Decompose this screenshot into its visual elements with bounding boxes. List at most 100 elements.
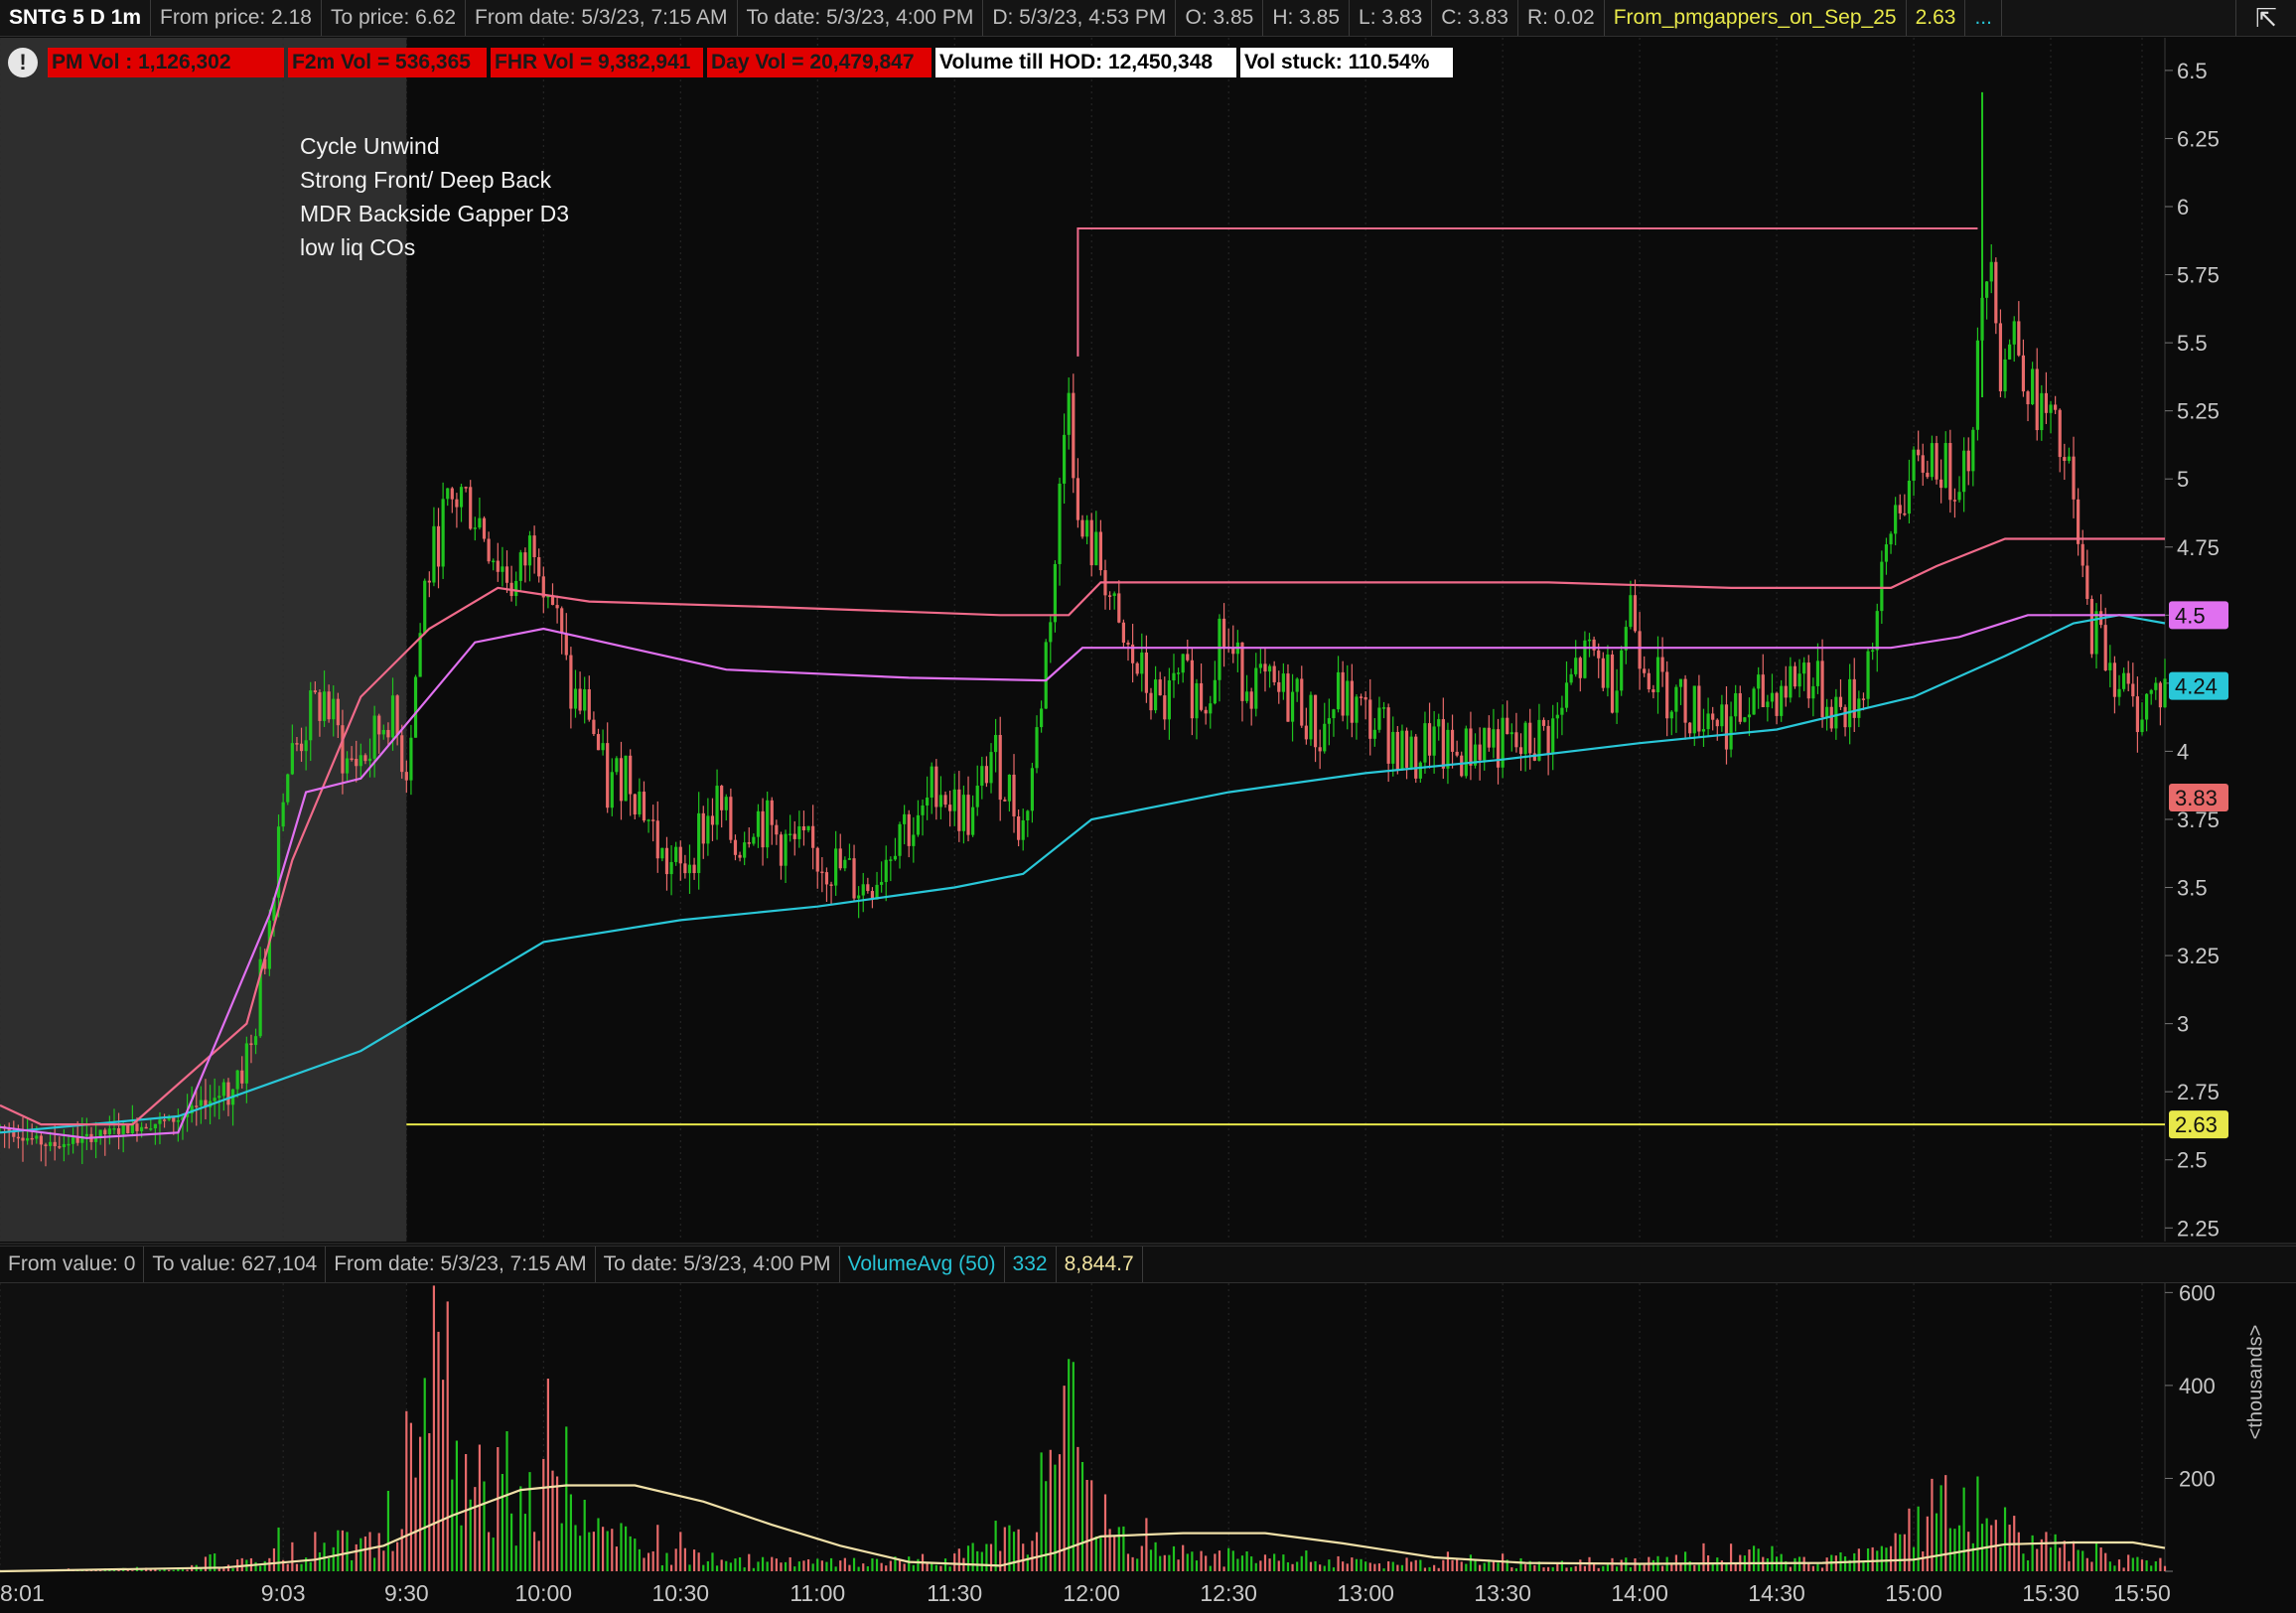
candle-body xyxy=(1939,479,1943,489)
candle-body xyxy=(1587,639,1592,642)
candle xyxy=(820,856,824,893)
candle xyxy=(583,676,587,724)
candle-body xyxy=(496,560,500,572)
candle-body xyxy=(934,766,938,807)
candle xyxy=(1820,639,1824,728)
candle xyxy=(1231,625,1235,663)
volume-avg-study[interactable]: VolumeAvg (50) xyxy=(840,1246,1005,1282)
chart-notes: Cycle Unwind Strong Front/ Deep Back MDR… xyxy=(300,129,569,264)
alert-icon[interactable]: ! xyxy=(8,48,38,77)
candle xyxy=(1418,761,1422,784)
candle-body xyxy=(1007,774,1012,802)
candle xyxy=(1629,580,1633,630)
candle-body xyxy=(1957,492,1961,501)
candle-body xyxy=(1743,717,1747,722)
candle xyxy=(1971,426,1975,487)
candle-body xyxy=(318,692,322,721)
candle xyxy=(1551,704,1555,771)
volume-tick-label: 200 xyxy=(2179,1466,2216,1491)
candle xyxy=(2140,702,2144,736)
candle xyxy=(926,776,930,820)
candle-body xyxy=(213,1098,216,1101)
candle xyxy=(1040,700,1044,733)
price-tick-label: 6 xyxy=(2177,195,2189,220)
candle-body xyxy=(1117,593,1121,623)
candle-body xyxy=(1432,726,1436,756)
candle-body xyxy=(1386,707,1390,764)
candle xyxy=(2131,662,2135,707)
candle xyxy=(1952,488,1957,518)
candle xyxy=(801,810,806,846)
candle-body xyxy=(1989,261,1993,282)
candle-body xyxy=(2040,392,2044,431)
candle xyxy=(427,571,431,598)
candle xyxy=(2072,436,2076,518)
candle-body xyxy=(1802,662,1806,674)
candle xyxy=(2085,549,2089,605)
candle-body xyxy=(592,719,596,735)
candle-body xyxy=(907,813,911,846)
candle xyxy=(1244,674,1249,704)
candle-body xyxy=(770,800,774,825)
candle-body xyxy=(747,842,751,844)
candle-body xyxy=(1290,691,1295,722)
candle xyxy=(1409,730,1413,771)
candle xyxy=(1446,722,1450,785)
candle-body xyxy=(633,794,637,815)
candle-body xyxy=(2008,344,2012,360)
candle-body xyxy=(1267,665,1272,672)
candle xyxy=(1665,660,1669,737)
candle-body xyxy=(857,895,861,899)
candle-body xyxy=(1747,714,1752,718)
candle-body xyxy=(514,580,518,597)
time-tick-label: 15:30 xyxy=(2022,1580,2080,1606)
candle-body xyxy=(1975,340,1980,430)
candle-body xyxy=(975,786,979,807)
candle-body xyxy=(2012,321,2016,345)
candle-body xyxy=(1875,611,1879,651)
candle xyxy=(2026,389,2030,422)
candle-body xyxy=(669,861,673,875)
candle xyxy=(2008,339,2012,361)
candle-body xyxy=(501,566,504,572)
candle-body xyxy=(1528,722,1532,754)
candle-body xyxy=(295,743,299,745)
candle xyxy=(1053,560,1058,633)
candle xyxy=(1140,633,1144,692)
candle xyxy=(436,508,441,589)
candle-body xyxy=(573,688,578,709)
price-tick-label: 5.25 xyxy=(2177,399,2220,424)
note-line: low liq COs xyxy=(300,234,416,260)
candle xyxy=(646,818,650,833)
candle xyxy=(1107,591,1112,611)
candle xyxy=(1427,702,1432,769)
candle-body xyxy=(518,552,522,581)
candle xyxy=(478,497,482,530)
candle xyxy=(1309,691,1313,746)
volume-tick-label: 600 xyxy=(2179,1280,2216,1305)
candle-body xyxy=(779,834,784,866)
candle xyxy=(2077,488,2081,556)
candle xyxy=(1966,437,1970,486)
candle-body xyxy=(199,1100,203,1106)
candle-body xyxy=(697,812,701,874)
candle-body xyxy=(801,826,806,830)
candle xyxy=(1985,280,1989,320)
candle-body xyxy=(455,499,459,508)
candle xyxy=(1492,708,1496,759)
candle-body xyxy=(2081,543,2084,566)
candle-body xyxy=(367,758,372,762)
candle xyxy=(1592,636,1596,657)
candle-body xyxy=(1341,671,1345,716)
candle-body xyxy=(1012,774,1016,816)
candle-body xyxy=(2158,682,2163,708)
candle xyxy=(1072,373,1076,494)
candle xyxy=(1884,537,1889,575)
candle xyxy=(1871,643,1875,660)
candle xyxy=(1327,698,1331,746)
candle xyxy=(1176,667,1181,684)
candle-body xyxy=(1638,631,1642,669)
candle xyxy=(1975,327,1980,441)
candle xyxy=(441,482,445,579)
candle xyxy=(2108,645,2112,688)
